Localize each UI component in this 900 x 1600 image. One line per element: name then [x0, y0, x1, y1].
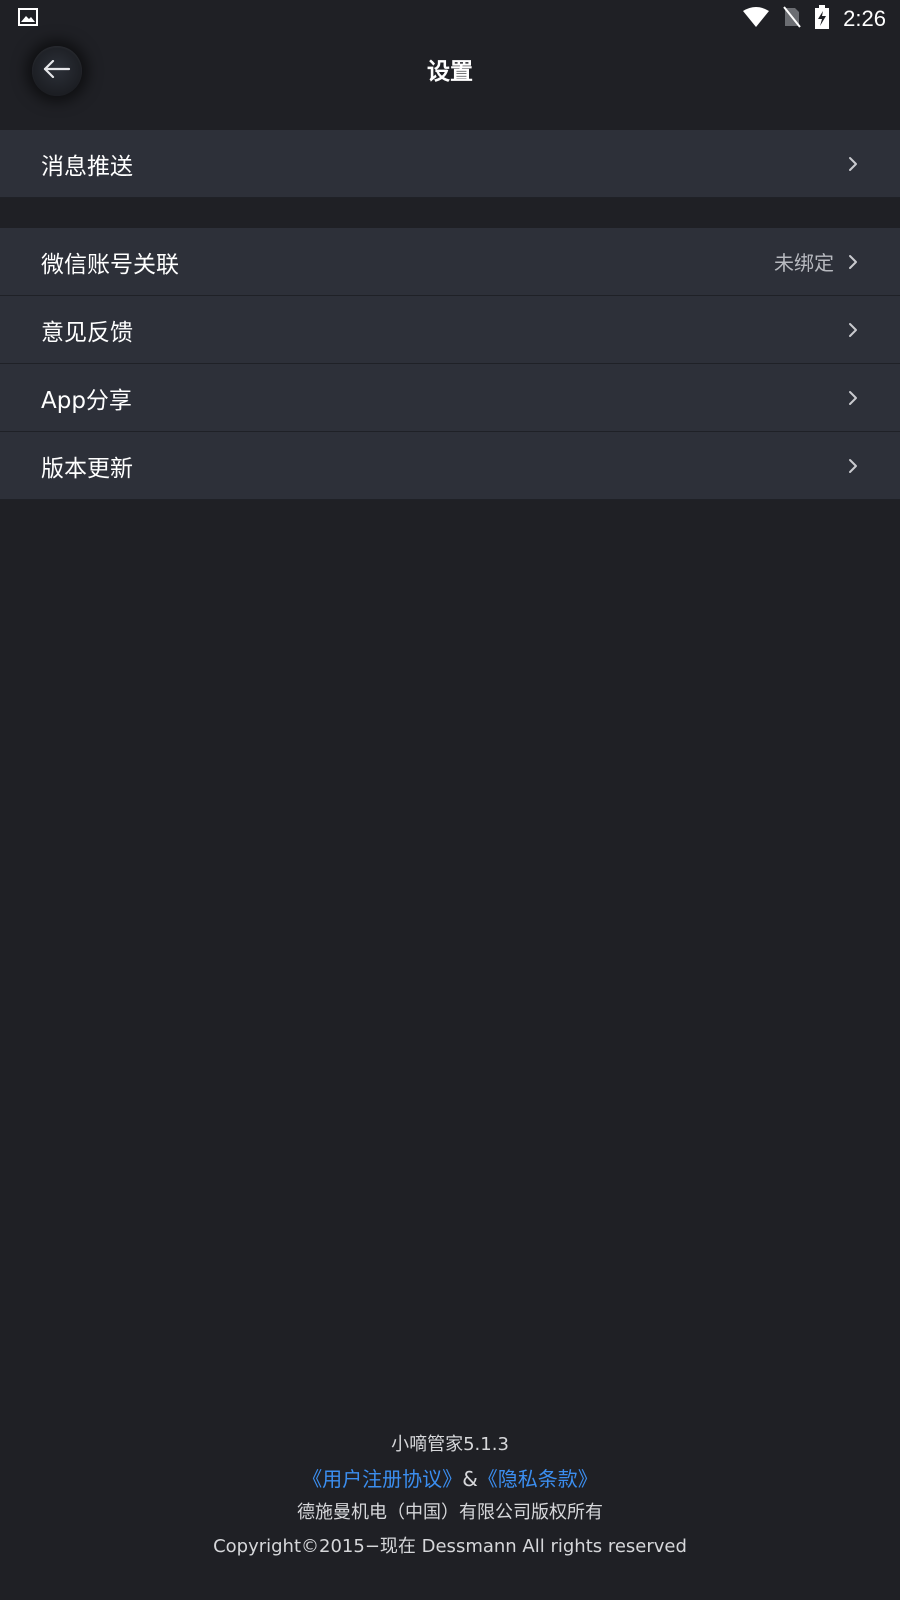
chevron-right-icon [846, 252, 860, 272]
chevron-right-icon [846, 456, 860, 476]
page-title: 设置 [427, 59, 473, 85]
settings-group-general: 微信账号关联 未绑定 意见反馈 App分享 版本更新 [0, 228, 900, 500]
copyright-notice: Copyright©2015−现在 Dessmann All rights re… [213, 1536, 687, 1557]
user-agreement-link[interactable]: 《用户注册协议》 [302, 1467, 462, 1491]
row-label: 意见反馈 [41, 319, 133, 346]
settings-screen: 2:26 设置 消息推送 微信账号关联 未绑定 意见反馈 App分享 版本更新 … [0, 0, 900, 1600]
row-label: 消息推送 [41, 153, 133, 180]
row-feedback[interactable]: 意见反馈 [0, 296, 900, 364]
row-label: App分享 [41, 387, 132, 414]
row-wechat-link[interactable]: 微信账号关联 未绑定 [0, 228, 900, 296]
row-version-update[interactable]: 版本更新 [0, 432, 900, 500]
status-time: 2:26 [843, 6, 886, 31]
row-push-notifications[interactable]: 消息推送 [0, 130, 900, 198]
status-bar: 2:26 [0, 0, 900, 38]
footer: 小嘀管家5.1.3 《用户注册协议》&《隐私条款》 德施曼机电（中国）有限公司版… [0, 1428, 900, 1564]
company-notice: 德施曼机电（中国）有限公司版权所有 [297, 1502, 603, 1523]
chevron-right-icon [846, 320, 860, 340]
wifi-icon [743, 7, 770, 31]
row-label: 版本更新 [41, 455, 133, 482]
privacy-policy-link[interactable]: 《隐私条款》 [478, 1467, 598, 1491]
app-version: 小嘀管家5.1.3 [391, 1434, 509, 1455]
settings-group-notifications: 消息推送 [0, 130, 900, 198]
row-app-share[interactable]: App分享 [0, 364, 900, 432]
app-bar: 设置 [0, 38, 900, 130]
chevron-right-icon [846, 154, 860, 174]
wechat-bind-status: 未绑定 [774, 251, 834, 275]
legal-links: 《用户注册协议》&《隐私条款》 [0, 1462, 900, 1496]
chevron-right-icon [846, 388, 860, 408]
row-label: 微信账号关联 [41, 251, 179, 278]
image-notification-icon [18, 8, 38, 30]
no-sim-icon [783, 6, 801, 32]
links-separator: & [462, 1467, 478, 1491]
battery-charging-icon [815, 5, 830, 33]
